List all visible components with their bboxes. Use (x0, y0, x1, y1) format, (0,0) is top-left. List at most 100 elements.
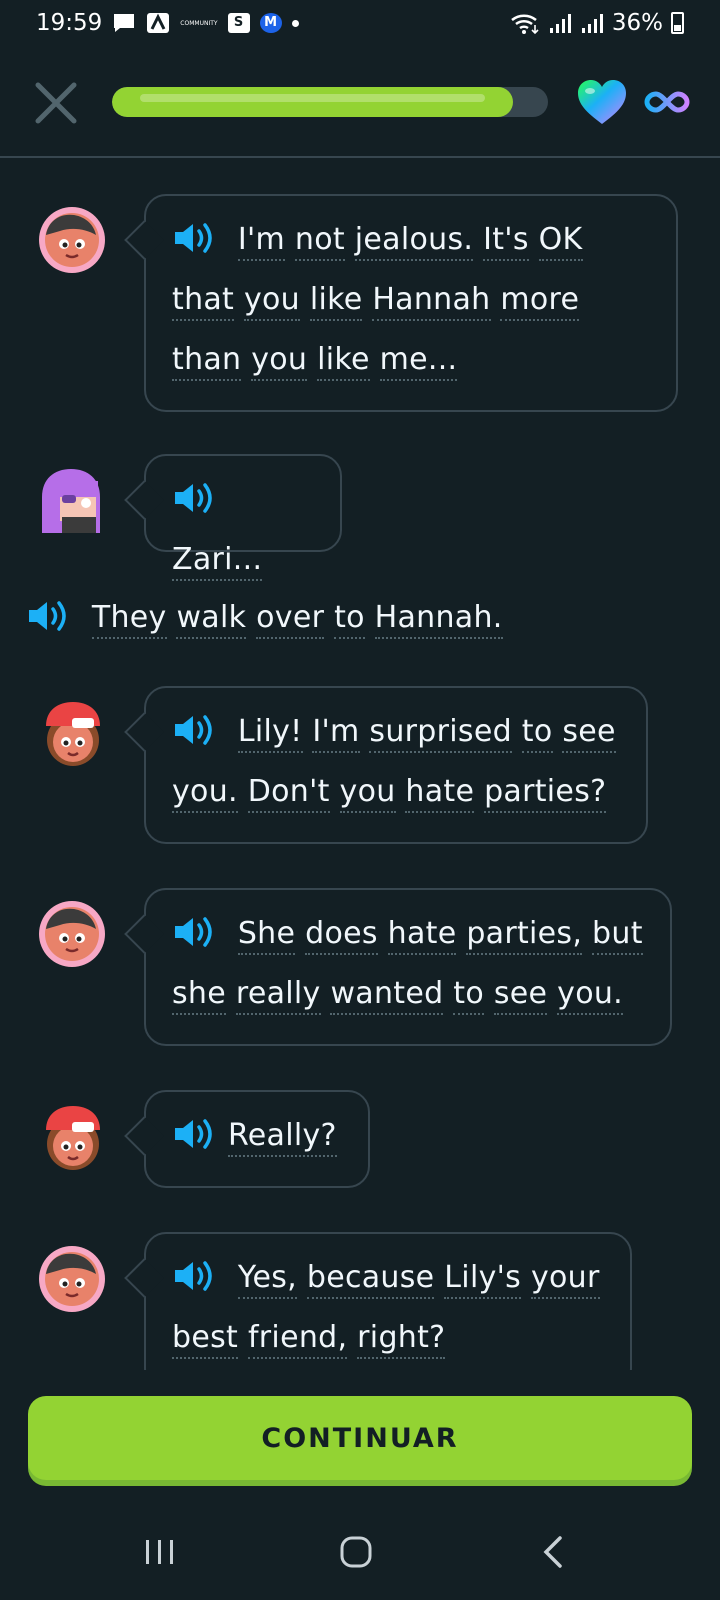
word[interactable]: surprised (369, 714, 512, 753)
narration-text: They walk over to Hannah. (26, 588, 686, 648)
status-time: 19:59 (36, 10, 103, 36)
word[interactable]: Yes, (237, 1260, 298, 1299)
speech-bubble: I'm not jealous. It's OK that you like H… (144, 194, 678, 412)
word[interactable]: see (562, 714, 616, 753)
dialogue-text: Really? (172, 1106, 342, 1166)
story-dialogue-area: I'm not jealous. It's OK that you like H… (0, 160, 720, 1370)
word[interactable]: me... (379, 342, 458, 381)
word[interactable]: right? (357, 1320, 446, 1359)
speaker-icon[interactable] (172, 221, 216, 255)
word[interactable]: Really? (228, 1118, 337, 1157)
word[interactable]: she (172, 976, 227, 1015)
recent-apps-icon (146, 1540, 173, 1564)
word[interactable]: parties, (466, 916, 583, 955)
dialogue-text: She does hate parties, but she really wa… (172, 904, 644, 1024)
wifi-icon (510, 11, 540, 35)
word[interactable]: you (339, 774, 396, 813)
word[interactable]: more (500, 282, 580, 321)
word[interactable]: over (256, 600, 325, 639)
word[interactable]: than (172, 342, 242, 381)
speaker-icon[interactable] (172, 481, 216, 515)
speaker-icon[interactable] (172, 713, 216, 747)
word[interactable]: you (243, 282, 300, 321)
word[interactable]: really (235, 976, 321, 1015)
word[interactable]: Zari... (172, 542, 263, 581)
word[interactable]: friend, (247, 1320, 348, 1359)
home-button[interactable] (326, 1528, 386, 1578)
word[interactable]: to (453, 976, 485, 1015)
dialogue-text: Yes, because Lily's your best friend, ri… (172, 1248, 604, 1368)
speech-bubble: Yes, because Lily's your best friend, ri… (144, 1232, 632, 1370)
word[interactable]: OK (538, 222, 583, 261)
word[interactable]: It's (483, 222, 529, 261)
word[interactable]: not (294, 222, 345, 261)
word[interactable]: see (493, 976, 548, 1015)
word[interactable]: because (306, 1260, 435, 1299)
word[interactable]: parties? (484, 774, 607, 813)
message-icon (112, 12, 136, 34)
app-s-icon: S (227, 13, 250, 33)
lesson-header (0, 60, 720, 158)
status-bar: 19:59 COMMUNITY S M 36% (0, 0, 720, 46)
narration: They walk over to Hannah. (26, 588, 686, 648)
app-m-icon: M (259, 13, 282, 33)
word[interactable]: like (309, 282, 363, 321)
word[interactable]: Don't (247, 774, 330, 813)
hearts-button[interactable] (576, 78, 628, 126)
speech-bubble: She does hate parties, but she really wa… (144, 888, 672, 1046)
more-notifications-dot (291, 19, 299, 27)
word[interactable]: like (317, 342, 370, 381)
close-button[interactable] (34, 81, 78, 125)
continue-button[interactable]: CONTINUAR (28, 1396, 692, 1480)
speaker-icon[interactable] (26, 599, 70, 633)
zari-avatar (39, 1246, 105, 1312)
speech-bubble: Zari... (144, 454, 342, 581)
word[interactable]: jealous. (354, 222, 474, 261)
word[interactable]: hate (387, 916, 457, 955)
system-nav-bar (0, 1506, 720, 1600)
word[interactable]: you. (172, 774, 238, 813)
word[interactable]: I'm (312, 714, 360, 753)
word[interactable]: They (91, 600, 167, 639)
word[interactable]: you (251, 342, 308, 381)
word[interactable]: you. (557, 976, 624, 1015)
word[interactable]: to (521, 714, 553, 753)
word[interactable]: Hannah. (374, 600, 503, 639)
speaker-icon[interactable] (172, 1259, 216, 1293)
close-icon (35, 82, 77, 124)
word[interactable]: wanted (330, 976, 444, 1015)
back-icon (543, 1536, 562, 1568)
word[interactable]: hate (405, 774, 475, 813)
home-icon (340, 1536, 372, 1568)
hannah-avatar (40, 700, 106, 766)
community-icon: COMMUNITY (180, 19, 218, 27)
word[interactable]: Hannah (372, 282, 491, 321)
battery-percent: 36% (611, 10, 663, 36)
zari-avatar (39, 901, 105, 967)
speech-bubble: Really? (144, 1090, 370, 1188)
word[interactable]: best (172, 1320, 239, 1359)
word[interactable]: Lily's (444, 1260, 522, 1299)
recent-apps-button[interactable] (130, 1528, 190, 1578)
word[interactable]: your (530, 1260, 600, 1299)
word[interactable]: walk (176, 600, 247, 639)
word[interactable]: I'm (237, 222, 286, 261)
speaker-icon[interactable] (172, 1117, 216, 1151)
hannah-avatar (40, 1104, 106, 1170)
dialogue-text: Lily! I'm surprised to see you. Don't yo… (172, 702, 620, 822)
app-a-icon (146, 12, 170, 34)
heart-icon (578, 80, 626, 124)
dialogue-text: I'm not jealous. It's OK that you like H… (172, 210, 650, 390)
word[interactable]: Lily! (237, 714, 303, 753)
speech-bubble: Lily! I'm surprised to see you. Don't yo… (144, 686, 648, 844)
battery-icon (671, 12, 684, 34)
word[interactable]: that (172, 282, 235, 321)
back-button[interactable] (524, 1528, 584, 1578)
speaker-icon[interactable] (172, 915, 216, 949)
zari-avatar (39, 207, 105, 273)
word[interactable]: but (592, 916, 643, 955)
word[interactable]: does (305, 916, 378, 955)
word[interactable]: to (334, 600, 365, 639)
infinity-icon (644, 82, 690, 122)
word[interactable]: She (237, 916, 296, 955)
